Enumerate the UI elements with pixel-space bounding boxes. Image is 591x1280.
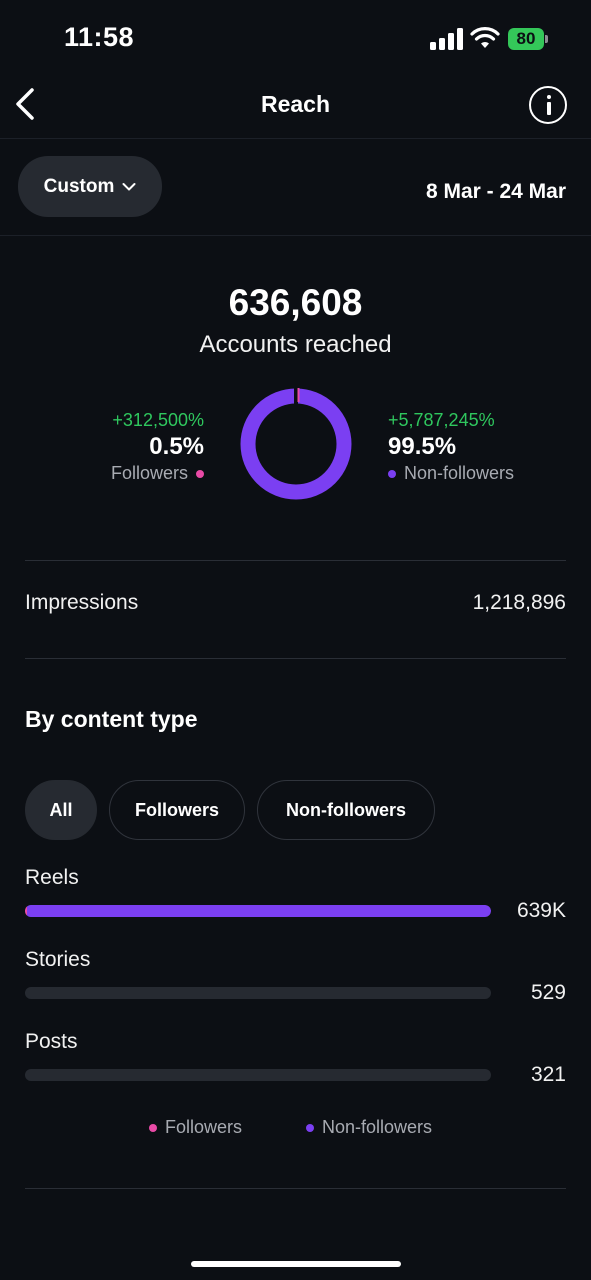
non-followers-stats: +5,787,245% 99.5% Non-followers: [388, 410, 514, 484]
non-followers-label: Non-followers: [404, 463, 515, 483]
reels-non-followers-fill: [27, 905, 491, 917]
reach-donut-chart: [240, 386, 352, 500]
legend-followers: Followers: [149, 1117, 242, 1138]
accounts-reached-total: 636,608: [228, 282, 363, 323]
followers-legend: Followers: [111, 463, 204, 484]
date-range-text: 8 Mar - 24 Mar: [425, 180, 566, 203]
content-type-title: By content type: [25, 706, 198, 732]
reels-label: Reels: [25, 866, 79, 889]
non-followers-dot: [388, 469, 396, 478]
chevron-down-icon: [122, 182, 136, 190]
filter-chip-followers[interactable]: Followers: [109, 780, 245, 840]
reels-bar: [25, 905, 491, 917]
home-indicator[interactable]: [191, 1261, 401, 1267]
stories-label: Stories: [25, 948, 91, 971]
battery-level: 80: [516, 29, 536, 48]
info-icon[interactable]: [529, 86, 567, 124]
stories-bar: [25, 987, 491, 999]
followers-percent: 0.5%: [149, 433, 204, 460]
page-title: Reach: [260, 91, 331, 117]
filter-chip-all[interactable]: All: [25, 780, 97, 840]
section-divider: [25, 658, 566, 659]
reels-value: 639K: [516, 899, 566, 922]
legend-followers-dot: [149, 1123, 157, 1132]
filter-chip-non-followers[interactable]: Non-followers: [257, 780, 435, 840]
wifi-icon: [470, 27, 500, 48]
section-divider: [25, 1188, 566, 1189]
date-range-selector[interactable]: Custom: [18, 156, 162, 217]
followers-change: +312,500%: [112, 410, 204, 430]
stories-value: 529: [530, 981, 566, 1004]
section-divider: [25, 560, 566, 561]
followers-stats: +312,500% 0.5% Followers: [111, 410, 204, 484]
donut-followers-arc: [297, 388, 300, 402]
non-followers-percent: 99.5%: [388, 433, 457, 460]
accounts-reached-label: Accounts reached: [199, 331, 392, 358]
posts-label: Posts: [25, 1030, 78, 1053]
non-followers-legend: Non-followers: [388, 463, 514, 484]
legend-non-followers-label: Non-followers: [322, 1117, 433, 1137]
cellular-signal-icon: [430, 28, 464, 50]
battery-tip: [545, 35, 548, 43]
posts-value: 321: [530, 1063, 566, 1086]
legend-non-followers-dot: [306, 1123, 314, 1132]
non-followers-change: +5,787,245%: [388, 410, 495, 430]
followers-dot: [196, 469, 204, 478]
impressions-value: 1,218,896: [472, 591, 566, 614]
donut-non-followers-arc: [240, 388, 352, 500]
followers-label: Followers: [110, 463, 188, 483]
donut-gap: [294, 386, 298, 404]
legend-non-followers: Non-followers: [306, 1117, 432, 1138]
header-divider: [0, 138, 591, 139]
legend-followers-label: Followers: [165, 1117, 243, 1137]
date-range-selector-label: Custom: [43, 175, 115, 197]
posts-bar: [25, 1069, 491, 1081]
impressions-label: Impressions: [25, 591, 139, 614]
range-divider: [0, 235, 591, 236]
status-time: 11:58: [64, 22, 135, 52]
battery-icon: 80: [508, 28, 544, 50]
